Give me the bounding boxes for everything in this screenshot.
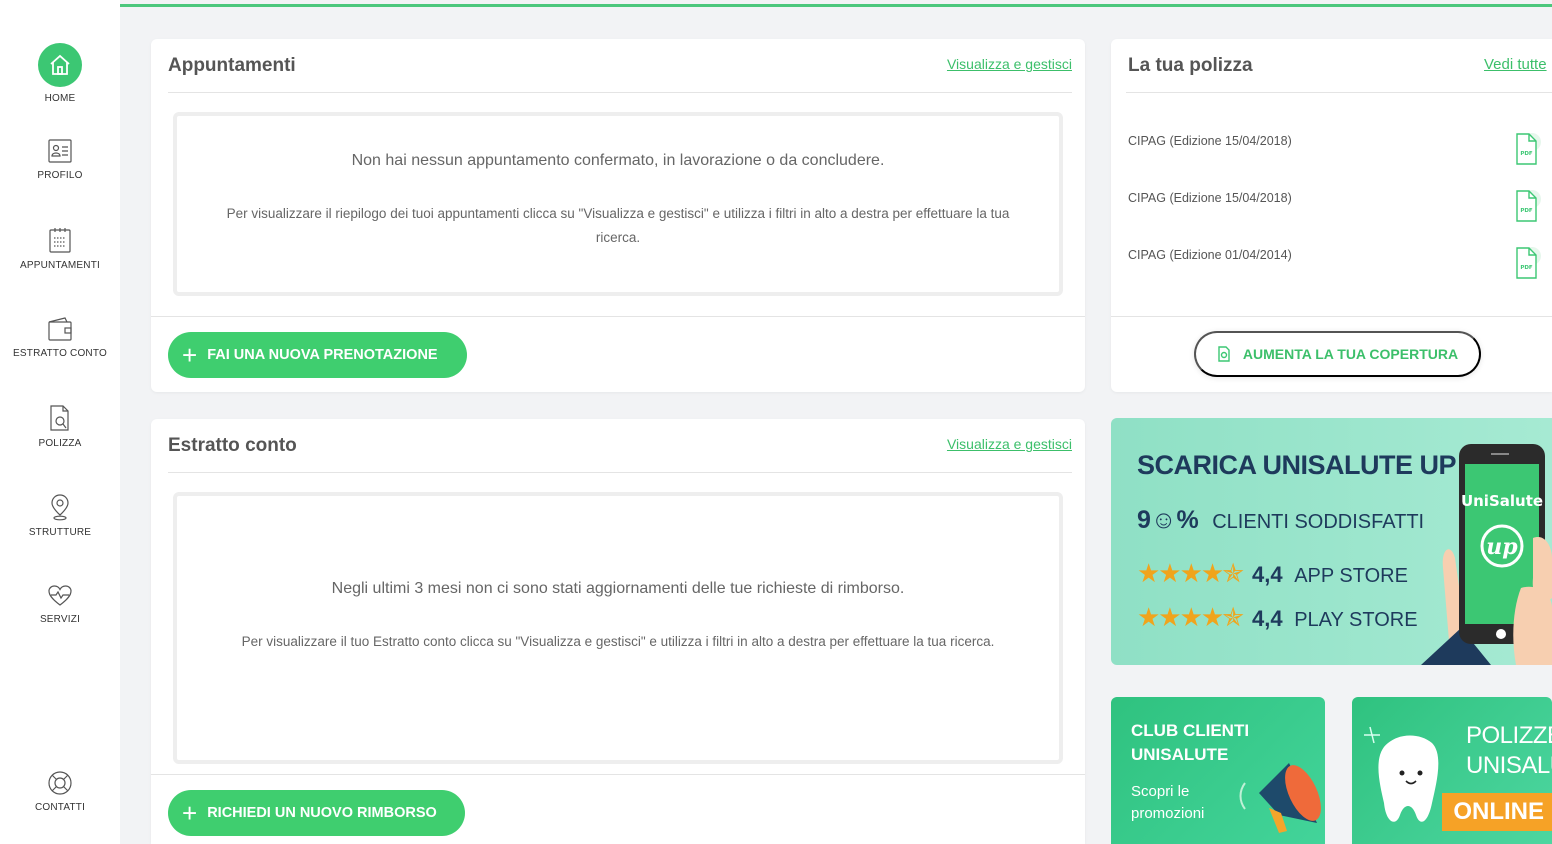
plus-icon: +	[182, 798, 198, 828]
statement-empty-box: Negli ultimi 3 mesi non ci sono stati ag…	[173, 492, 1063, 764]
divider	[168, 472, 1072, 473]
svg-text:UniSalute: UniSalute	[1461, 492, 1543, 510]
club-promo-title: CLUB CLIENTI UNISALUTE	[1131, 721, 1250, 764]
document-search-icon	[50, 405, 69, 431]
sidebar-item-label: SERVIZI	[39, 614, 81, 625]
pdf-icon[interactable]: PDF	[1512, 189, 1542, 223]
svg-text:PDF: PDF	[1520, 151, 1533, 157]
sidebar-item-contatti[interactable]: CONTATTI	[0, 770, 120, 813]
appointments-card: Appuntamenti Visualizza e gestisci Non h…	[151, 39, 1085, 392]
online-promo-title: POLIZZE UNISALUTE	[1466, 722, 1552, 779]
statement-title: Estratto conto	[168, 435, 297, 456]
policy-document-name: CIPAG (Edizione 01/04/2014)	[1128, 248, 1292, 262]
policy-see-all-link[interactable]: Vedi tutte	[1484, 56, 1547, 73]
sidebar-item-strutture[interactable]: STRUTTURE	[0, 493, 120, 538]
document-shield-icon	[1218, 346, 1230, 362]
new-booking-button-label: FAI UNA NUOVA PRENOTAZIONE	[207, 347, 438, 363]
plus-icon: +	[182, 340, 198, 370]
sidebar-item-servizi[interactable]: SERVIZI	[0, 584, 120, 625]
banner-title: SCARICA UNISALUTE UP	[1137, 450, 1457, 480]
sidebar-item-appuntamenti[interactable]: APPUNTAMENTI	[0, 226, 120, 271]
new-booking-button[interactable]: + FAI UNA NUOVA PRENOTAZIONE	[168, 332, 467, 378]
smiley-icon: ☺	[1150, 506, 1177, 534]
club-promo-subtitle: Scopri le promozioni	[1131, 783, 1205, 822]
sidebar-item-label: ESTRATTO CONTO	[13, 348, 107, 359]
sidebar-item-profilo[interactable]: PROFILO	[0, 138, 120, 181]
increase-coverage-label: AUMENTA LA TUA COPERTURA	[1242, 346, 1459, 362]
pdf-icon[interactable]: PDF	[1512, 132, 1542, 166]
statement-card: Estratto conto Visualizza e gestisci Neg…	[151, 419, 1085, 844]
sidebar-item-home[interactable]: HOME	[0, 43, 120, 104]
policy-title: La tua polizza	[1128, 55, 1253, 76]
banner-rating-play-store: ★★★★✯ 4,4 PLAY STORE	[1137, 602, 1418, 632]
app-download-banner[interactable]: SCARICA UNISALUTE UP 9☺% CLIENTI SODDISF…	[1111, 418, 1552, 665]
statement-empty-hint: Per visualizzare il tuo Estratto conto c…	[241, 634, 995, 649]
wallet-icon	[48, 317, 72, 341]
heart-pulse-icon	[48, 585, 72, 606]
sidebar-item-label: POLIZZA	[38, 438, 82, 449]
online-tag: ONLINE	[1442, 793, 1552, 831]
sidebar-item-label: HOME	[44, 93, 76, 104]
statement-empty-message: Negli ultimi 3 mesi non ci sono stati ag…	[331, 580, 905, 597]
star-rating-icon: ★★★★✯	[1137, 602, 1244, 632]
appointments-empty-box: Non hai nessun appuntamento confermato, …	[173, 112, 1063, 296]
sidebar-item-label: APPUNTAMENTI	[20, 260, 100, 271]
divider	[151, 774, 1085, 775]
statement-manage-link[interactable]: Visualizza e gestisci	[947, 436, 1072, 452]
divider	[151, 316, 1085, 317]
banner-rating-app-store: ★★★★✯ 4,4 APP STORE	[1137, 558, 1408, 588]
banner-satisfaction: 9☺% CLIENTI SODDISFATTI	[1137, 506, 1425, 534]
star-rating-icon: ★★★★✯	[1137, 558, 1244, 588]
sidebar-item-estratto-conto[interactable]: ESTRATTO CONTO	[0, 316, 120, 359]
sidebar-item-label: CONTATTI	[34, 802, 86, 813]
polizze-online-promo[interactable]: POLIZZE UNISALUTE ONLINE	[1352, 697, 1552, 844]
new-refund-button[interactable]: + RICHIEDI UN NUOVO RIMBORSO	[168, 790, 465, 836]
policy-document-name: CIPAG (Edizione 15/04/2018)	[1128, 191, 1292, 205]
sidebar-item-label: STRUTTURE	[28, 527, 92, 538]
megaphone-icon	[1239, 763, 1321, 833]
divider	[168, 92, 1072, 93]
club-clienti-promo[interactable]: CLUB CLIENTI UNISALUTE Scopri le promozi…	[1111, 697, 1325, 844]
increase-coverage-button[interactable]: AUMENTA LA TUA COPERTURA	[1194, 331, 1481, 377]
phone-hand-illustration: UniSalute up	[1421, 444, 1552, 665]
sidebar-item-label: PROFILO	[37, 170, 83, 181]
policy-document-name: CIPAG (Edizione 15/04/2018)	[1128, 134, 1292, 148]
appointments-title: Appuntamenti	[168, 55, 296, 76]
calendar-icon	[49, 228, 71, 253]
home-icon	[38, 43, 82, 87]
divider	[1126, 92, 1552, 93]
sidebar: HOME PROFILO APPUNTAMENTI ESTRATTO CONTO…	[0, 0, 120, 844]
profile-card-icon	[48, 139, 72, 163]
svg-text:PDF: PDF	[1520, 265, 1533, 271]
svg-text:up: up	[1486, 534, 1518, 560]
appointments-empty-hint: Per visualizzare il riepilogo dei tuoi a…	[226, 206, 1010, 245]
new-refund-button-label: RICHIEDI UN NUOVO RIMBORSO	[207, 805, 437, 821]
location-pin-icon	[51, 494, 69, 521]
divider	[1111, 316, 1552, 317]
top-accent-line	[120, 4, 1552, 7]
lifebuoy-icon	[48, 771, 72, 795]
appointments-manage-link[interactable]: Visualizza e gestisci	[947, 56, 1072, 72]
pdf-icon[interactable]: PDF	[1512, 246, 1542, 280]
appointments-empty-message: Non hai nessun appuntamento confermato, …	[351, 152, 885, 169]
sidebar-item-polizza[interactable]: POLIZZA	[0, 404, 120, 449]
svg-text:PDF: PDF	[1520, 208, 1533, 214]
tooth-mascot-icon	[1364, 726, 1439, 822]
